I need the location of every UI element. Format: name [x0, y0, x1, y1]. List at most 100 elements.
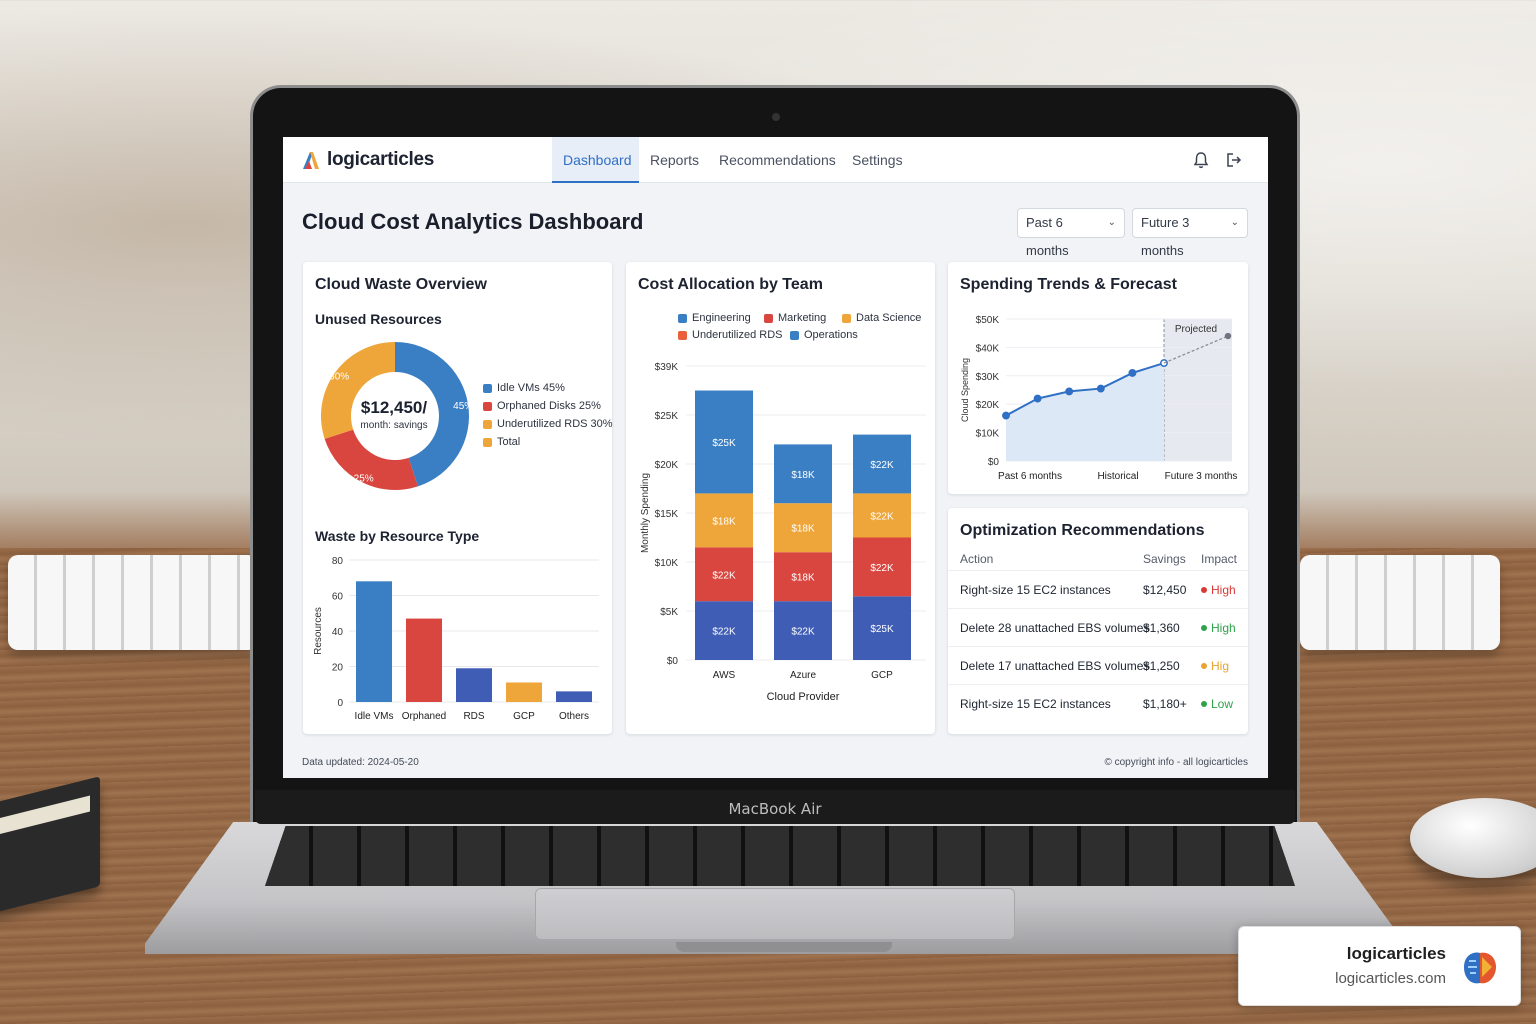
column-header-savings: Savings [1143, 552, 1186, 566]
data-point [1096, 384, 1105, 393]
laptop-brand-label: MacBook Air [728, 800, 822, 818]
projected-point [1224, 332, 1232, 340]
y-axis-label: Monthly Spending [640, 473, 651, 553]
row-impact: High [1201, 583, 1236, 597]
y-tick-label: $20K [655, 460, 679, 471]
card-title: Cost Allocation by Team [638, 276, 823, 293]
x-tick-label: Idle VMs [355, 711, 394, 722]
background-keyboard-left [8, 555, 258, 650]
impact-label: Low [1211, 697, 1234, 711]
background-keyboard-right [1300, 555, 1500, 650]
donut-center-label: month: savings [360, 420, 428, 431]
webcam [772, 113, 780, 121]
waste-by-type-bar-chart: 0 20 40 60 80 Resources Idle VMs Orphaned RDS GCP… [313, 556, 599, 722]
future-period-value: Future 3 months [1141, 215, 1190, 258]
segment-label: $18K [791, 524, 815, 535]
legend-swatch [483, 437, 492, 447]
row-savings: $12,450 [1143, 583, 1187, 597]
trackpad[interactable] [535, 888, 1015, 940]
bar-subtitle: Waste by Resource Type [315, 528, 480, 544]
data-point [1065, 387, 1074, 396]
watermark-badge: logicarticles logicarticles.com [1238, 926, 1521, 1006]
tab-settings[interactable]: Settings [841, 137, 914, 183]
bar [506, 682, 542, 702]
y-tick-label: $10K [655, 558, 679, 569]
x-tick-label: GCP [513, 711, 535, 722]
legend-label: Orphaned Disks 25% [497, 400, 601, 412]
y-tick-label: 60 [332, 592, 344, 603]
bell-icon[interactable] [1191, 150, 1211, 170]
historical-area [1006, 363, 1164, 461]
segment-label: $25K [870, 624, 894, 635]
segment-label: $22K [870, 511, 894, 522]
watermark-name: logicarticles [1346, 944, 1446, 963]
y-axis-label: Resources [313, 607, 324, 655]
bar [406, 618, 442, 702]
x-tick-label: RDS [463, 711, 484, 722]
lid-notch [676, 942, 892, 952]
row-action: Right-size 15 EC2 instances [960, 583, 1111, 597]
recommendations-card: Optimization Recommendations Action Savi… [948, 508, 1248, 734]
x-tick-label: Azure [790, 670, 817, 681]
logout-icon[interactable] [1224, 150, 1244, 170]
tab-recommendations[interactable]: Recommendations [708, 137, 847, 183]
segment-label: $22K [791, 627, 815, 638]
legend-item: Data Science [842, 312, 921, 324]
legend-label: Engineering [692, 312, 751, 324]
legend-item: Idle VMs 45% [483, 382, 565, 394]
y-tick-label: $39K [655, 362, 679, 373]
copyright-text: © copyright info - all logicarticles [1104, 757, 1248, 768]
slice-label: 45% [453, 401, 473, 412]
tab-reports[interactable]: Reports [639, 137, 710, 183]
projected-label: Projected [1175, 324, 1217, 335]
spending-trend-line-chart: Projected $0 $10K $20K $30K $40K $50K Cloud Spe… [960, 315, 1238, 482]
legend-swatch [678, 313, 687, 323]
legend-swatch [790, 330, 799, 340]
logo-mark-icon [303, 152, 319, 169]
row-action: Right-size 15 EC2 instances [960, 697, 1111, 711]
segment-label: $18K [791, 573, 815, 584]
x-tick-label: AWS [713, 670, 736, 681]
impact-dot [1201, 587, 1207, 593]
y-tick-label: $40K [976, 343, 1000, 354]
x-tick-label: Past 6 months [998, 471, 1062, 482]
row-action: Delete 17 unattached EBS volumes [960, 659, 1150, 673]
table-row[interactable]: Delete 28 unattached EBS volumes $1,360 … [948, 608, 1248, 646]
impact-dot [1201, 663, 1207, 669]
legend-label: Idle VMs 45% [497, 382, 565, 394]
data-point [1033, 394, 1042, 403]
legend-swatch [678, 330, 687, 340]
laptop-keyboard [265, 826, 1295, 886]
legend-swatch [764, 313, 773, 323]
tab-dashboard[interactable]: Dashboard [552, 137, 639, 183]
x-tick-label: Orphaned [402, 711, 446, 722]
data-updated-text: Data updated: 2024-05-20 [302, 757, 419, 768]
future-period-select[interactable]: Future 3 months ⌄ [1132, 208, 1248, 258]
table-row[interactable]: Right-size 15 EC2 instances $12,450 High [948, 570, 1248, 608]
segment-label: $22K [870, 460, 894, 471]
bar [356, 581, 392, 702]
impact-label: Hig [1211, 659, 1230, 673]
row-savings: $1,250 [1143, 659, 1180, 673]
y-tick-label: $0 [988, 457, 1000, 468]
team-stacked-bar-chart: $0 $5K $10K $15K $20K $25K $39K Monthly Spendin… [640, 362, 926, 703]
logo-text: logicarticles [327, 149, 434, 170]
cloud-waste-card: Cloud Waste Overview Unused Resources 45… [303, 262, 613, 734]
y-tick-label: $25K [655, 411, 679, 422]
x-tick-label: Future 3 months [1165, 471, 1238, 482]
legend-item: Underutilized RDS 30% [483, 418, 613, 430]
segment-label: $22K [712, 570, 736, 581]
logo[interactable]: logicarticles [301, 147, 434, 173]
projected-region [1164, 319, 1232, 461]
x-tick-label: Others [559, 711, 589, 722]
table-row[interactable]: Delete 17 unattached EBS volumes $1,250 … [948, 646, 1248, 684]
x-axis-label: Cloud Provider [767, 691, 840, 703]
row-savings: $1,180+ [1143, 697, 1187, 711]
y-tick-label: 80 [332, 556, 344, 567]
chevron-down-icon: ⌄ [1230, 217, 1239, 228]
impact-dot [1201, 701, 1207, 707]
table-row[interactable]: Right-size 15 EC2 instances $1,180+ Low [948, 684, 1248, 722]
past-period-select[interactable]: Past 6 months ⌄ [1017, 208, 1125, 258]
legend-label: Data Science [856, 312, 922, 324]
bar [456, 668, 492, 702]
